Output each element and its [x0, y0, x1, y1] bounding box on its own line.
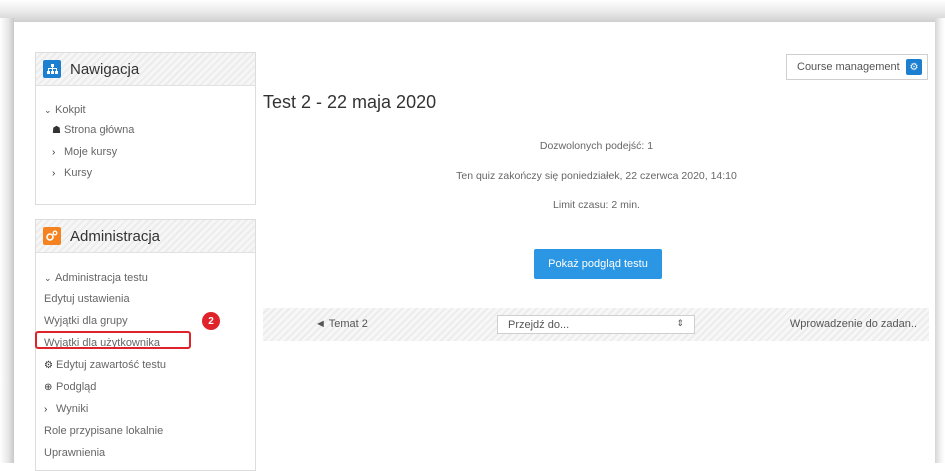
admin-item-wyjatki-dla-grupy[interactable]: Wyjątki dla grupy — [44, 315, 128, 327]
attempts-allowed-text: Dozwolonych podejść: 1 — [539, 140, 654, 152]
jump-to-select-value: Przejdź do... — [508, 318, 570, 331]
course-management-button[interactable]: Course management ⚙ — [786, 54, 928, 80]
admin-item-role-przypisane-lokalnie[interactable]: Role przypisane lokalnie — [44, 425, 163, 437]
admin-item-wyniki[interactable]: › Wyniki — [44, 403, 88, 415]
admin-item-edytuj-zawartosc-testu[interactable]: ⚙ Edytuj zawartość testu — [44, 359, 166, 371]
nav-item-kursy[interactable]: › Kursy — [52, 167, 92, 179]
time-limit-text: Limit czasu: 2 min. — [553, 199, 640, 211]
gear-icon[interactable]: ⚙ — [906, 59, 922, 75]
previous-activity-link[interactable]: ◄ Temat 2 — [315, 318, 368, 330]
administration-block-header[interactable]: Administracja — [36, 220, 255, 253]
navigation-block-header[interactable]: Nawigacja — [36, 53, 255, 86]
admin-item-label: Podgląd — [56, 381, 97, 393]
window-top-edge — [0, 0, 945, 22]
nav-item-label: Kokpit — [55, 104, 86, 116]
gear-icon: ⚙ — [44, 359, 53, 371]
chevron-right-icon: › — [44, 403, 48, 415]
select-arrows-icon: ⇕ — [676, 318, 684, 328]
admin-item-label: Edytuj ustawienia — [44, 293, 130, 305]
nav-item-label: Moje kursy — [64, 146, 118, 158]
course-management-label: Course management — [797, 61, 900, 73]
sitemap-icon — [43, 60, 61, 78]
cogs-icon — [43, 227, 61, 245]
navigation-block: Nawigacja ⌄ Kokpit ☗ Strona główna › Moj… — [35, 52, 256, 205]
admin-item-edytuj-ustawienia[interactable]: Edytuj ustawienia — [44, 293, 130, 305]
nav-item-moje-kursy[interactable]: › Moje kursy — [52, 146, 117, 158]
admin-item-label: Administracja testu — [55, 272, 148, 284]
chevron-down-icon: ⌄ — [44, 272, 52, 283]
page-title: Test 2 - 22 maja 2020 — [263, 92, 437, 112]
nav-item-kokpit[interactable]: ⌄ Kokpit — [44, 104, 86, 116]
admin-item-label: Edytuj zawartość testu — [56, 359, 167, 371]
admin-item-podglad[interactable]: ⊕ Podgląd — [44, 381, 96, 393]
nav-item-label: Strona główna — [64, 124, 135, 136]
search-plus-icon: ⊕ — [44, 381, 53, 393]
activity-navigation-bar: ◄ Temat 2 Przejdź do... ⇕ Wprowadzenie d… — [263, 308, 929, 341]
jump-to-select[interactable]: Przejdź do... ⇕ — [497, 315, 695, 334]
admin-item-label: Role przypisane lokalnie — [44, 425, 164, 437]
window-right-edge — [935, 18, 945, 463]
window-left-edge — [0, 18, 14, 463]
home-icon: ☗ — [52, 124, 61, 136]
page-content: Nawigacja ⌄ Kokpit ☗ Strona główna › Moj… — [14, 22, 935, 471]
administration-block-title: Administracja — [70, 227, 161, 245]
chevron-right-icon: › — [52, 146, 56, 158]
nav-item-strona-glowna[interactable]: ☗ Strona główna — [52, 124, 134, 136]
admin-item-label: Wyniki — [56, 403, 89, 415]
next-activity-link[interactable]: Wprowadzenie do zadan.. — [790, 318, 917, 330]
quiz-close-date-text: Ten quiz zakończy się poniedziałek, 22 c… — [456, 170, 737, 182]
highlight-box — [35, 331, 191, 349]
chevron-down-icon: ⌄ — [44, 104, 52, 115]
admin-item-label: Uprawnienia — [44, 447, 106, 459]
admin-item-administracja-testu[interactable]: ⌄ Administracja testu — [44, 272, 148, 284]
callout-badge: 2 — [202, 312, 220, 330]
admin-item-label: Wyjątki dla grupy — [44, 315, 128, 327]
navigation-block-title: Nawigacja — [70, 60, 140, 78]
chevron-right-icon: › — [52, 167, 56, 179]
nav-item-label: Kursy — [64, 167, 93, 179]
preview-quiz-button[interactable]: Pokaż podgląd testu — [534, 249, 662, 279]
admin-item-uprawnienia[interactable]: Uprawnienia — [44, 447, 105, 459]
